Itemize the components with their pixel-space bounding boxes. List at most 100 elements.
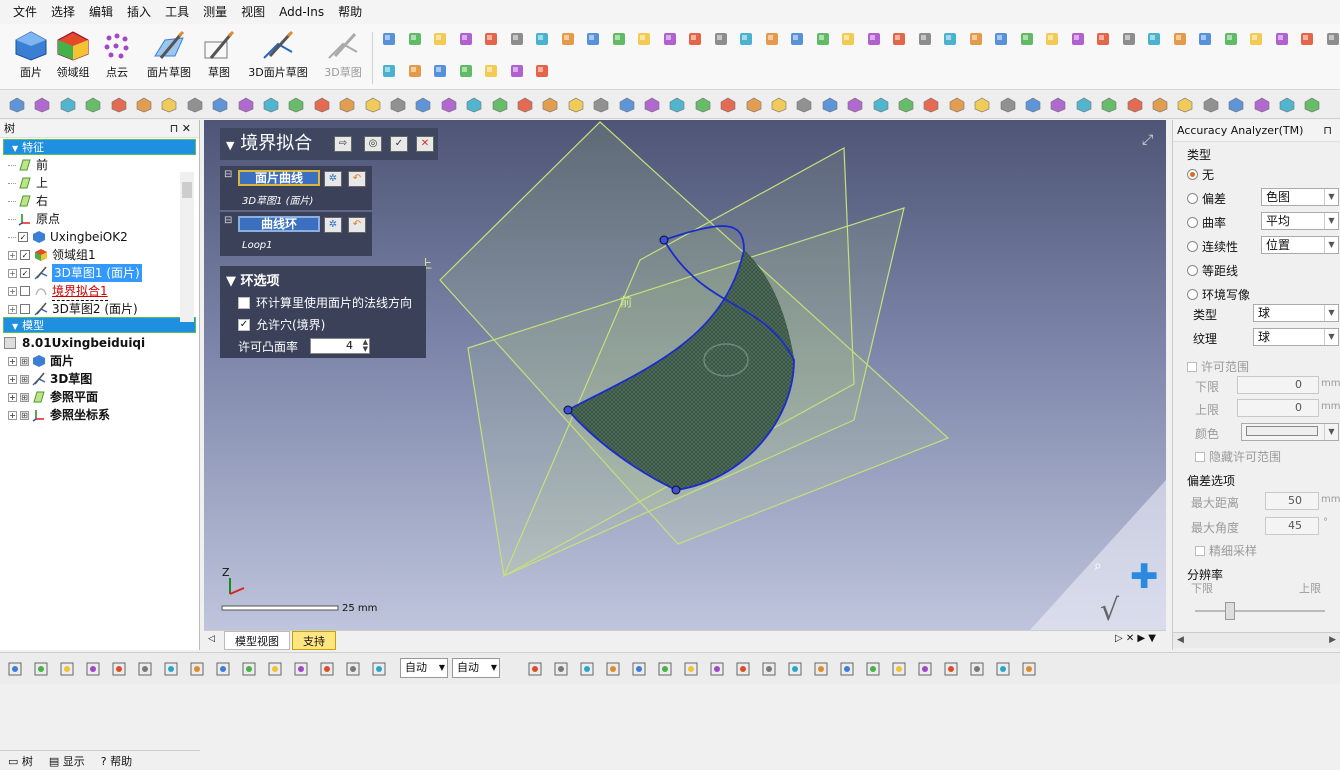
mesh-tool-icon[interactable] xyxy=(1024,96,1042,114)
surface-tool-icon[interactable] xyxy=(1069,30,1087,48)
tree-item[interactable]: 原点 xyxy=(8,210,60,228)
radio-button[interactable] xyxy=(1187,241,1198,252)
model-tree-item[interactable]: +⊞3D草图 xyxy=(8,370,92,388)
surface-tool-icon[interactable] xyxy=(287,96,305,114)
mesh-tool-icon[interactable] xyxy=(992,30,1010,48)
selection-mode-dropdown-2[interactable]: 自动▼ xyxy=(452,658,500,678)
menu-measure[interactable]: 测量 xyxy=(196,0,234,24)
curve-tool-icon[interactable] xyxy=(214,660,232,678)
fine-sampling-option[interactable]: 精细采样 xyxy=(1195,542,1257,559)
mesh-tool-icon[interactable] xyxy=(380,30,398,48)
transform-tool-icon[interactable] xyxy=(734,660,752,678)
curve-tool-icon[interactable] xyxy=(838,660,856,678)
menu-addins[interactable]: Add-Ins xyxy=(272,0,331,24)
region-tool-icon[interactable] xyxy=(643,96,661,114)
transform-tool-icon[interactable] xyxy=(533,30,551,48)
mesh-tool-icon[interactable] xyxy=(162,660,180,678)
surface-tool-icon[interactable] xyxy=(1303,96,1321,114)
analyzer-type-option[interactable]: 曲率 xyxy=(1187,214,1226,231)
measure-tool-icon[interactable] xyxy=(1324,30,1340,48)
visibility-toggle-icon[interactable]: ⊞ xyxy=(20,357,29,366)
curve-loop-value[interactable]: Loop1 xyxy=(242,240,273,251)
scroll-right-icon[interactable]: ▶ xyxy=(1329,635,1336,645)
mesh-tool-icon[interactable] xyxy=(584,30,602,48)
curve-tool-icon[interactable] xyxy=(839,30,857,48)
region-tool-icon[interactable] xyxy=(1018,30,1036,48)
curve-tool-icon[interactable] xyxy=(1075,96,1093,114)
curve-tool-icon[interactable] xyxy=(1278,96,1296,114)
scroll-left-icon[interactable]: ◀ xyxy=(1177,635,1184,645)
curve-tool-icon[interactable] xyxy=(59,96,77,114)
curve-vertex[interactable] xyxy=(672,486,680,494)
region-tool-icon[interactable] xyxy=(237,96,255,114)
hide-tolerance-checkbox[interactable] xyxy=(1195,452,1205,462)
transform-tool-icon[interactable] xyxy=(942,660,960,678)
visibility-checkbox[interactable] xyxy=(20,304,30,314)
mesh-tool-icon[interactable] xyxy=(431,62,449,80)
curve-loop-expander[interactable]: ⊟ xyxy=(224,215,232,226)
visibility-checkbox[interactable]: ✓ xyxy=(18,232,28,242)
tab-tree[interactable]: ▭ 树 xyxy=(0,753,41,769)
env-type-dropdown[interactable]: 球▼ xyxy=(1253,304,1339,322)
zoom-icon[interactable]: ⌕ xyxy=(1094,558,1102,574)
region-tool-icon[interactable] xyxy=(33,96,51,114)
allow-holes-checkbox[interactable]: ✓ xyxy=(238,319,250,331)
ok-button[interactable]: ✓ xyxy=(390,136,408,152)
tolerance-group[interactable]: 许可范围 xyxy=(1187,358,1249,375)
region-tool-icon[interactable] xyxy=(1222,30,1240,48)
analyzer-pin-icon[interactable]: ⊓ xyxy=(1323,120,1332,142)
surface-tool-icon[interactable] xyxy=(84,96,102,114)
env-texture-dropdown[interactable]: 球▼ xyxy=(1253,328,1339,346)
expand-icon[interactable]: + xyxy=(8,269,17,278)
curve-tool-icon[interactable] xyxy=(1043,30,1061,48)
align-tool-icon[interactable] xyxy=(110,96,128,114)
surface-tool-icon[interactable] xyxy=(661,30,679,48)
curve-vertex[interactable] xyxy=(660,236,668,244)
mesh-tool-icon[interactable] xyxy=(1196,30,1214,48)
curve-tool-icon[interactable] xyxy=(1247,30,1265,48)
region-tool-icon[interactable] xyxy=(812,660,830,678)
mesh-tool-icon[interactable] xyxy=(8,96,26,114)
analyzer-type-dropdown[interactable]: 平均▼ xyxy=(1261,212,1339,230)
expand-icon[interactable]: + xyxy=(8,411,17,420)
tree-item[interactable]: +✓3D草图1 (面片) xyxy=(8,264,142,282)
model-tree-item[interactable]: +⊞面片 xyxy=(8,352,74,370)
region-tool-icon[interactable] xyxy=(814,30,832,48)
boolean-tool-icon[interactable] xyxy=(1202,96,1220,114)
region-tool-icon[interactable] xyxy=(440,96,458,114)
radio-button[interactable] xyxy=(1187,289,1198,300)
analyzer-type-dropdown[interactable]: 色图▼ xyxy=(1261,188,1339,206)
loop-options-header[interactable]: ▼ 环选项 xyxy=(226,270,280,289)
visibility-checkbox[interactable] xyxy=(20,286,30,296)
transform-tool-icon[interactable] xyxy=(160,96,178,114)
align-tool-icon[interactable] xyxy=(533,62,551,80)
surface-tool-icon[interactable] xyxy=(1273,30,1291,48)
radio-button[interactable] xyxy=(1187,193,1198,204)
tree-item[interactable]: ✓UxingbeiOK2 xyxy=(8,228,128,246)
3d-mesh-sketch-button[interactable]: 3D面片草图 xyxy=(246,28,310,88)
visibility-checkbox[interactable]: ✓ xyxy=(20,250,30,260)
radio-button[interactable] xyxy=(1187,265,1198,276)
surface-tool-icon[interactable] xyxy=(656,660,674,678)
align-tool-icon[interactable] xyxy=(922,96,940,114)
transform-tool-icon[interactable] xyxy=(364,96,382,114)
boolean-tool-icon[interactable] xyxy=(552,660,570,678)
analyzer-type-option[interactable]: 等距线 xyxy=(1187,262,1238,279)
mesh-tool-icon[interactable] xyxy=(821,96,839,114)
cancel-button[interactable]: ✕ xyxy=(416,136,434,152)
align-tool-icon[interactable] xyxy=(482,30,500,48)
mesh-curve-selector[interactable]: 面片曲线 xyxy=(238,170,320,186)
menu-insert[interactable]: 插入 xyxy=(120,0,158,24)
region-tool-icon[interactable] xyxy=(1020,660,1038,678)
mesh-curve-options-button[interactable]: ✲ xyxy=(324,171,342,187)
max-distance-input[interactable]: 50 xyxy=(1265,492,1319,510)
preview-button[interactable]: ◎ xyxy=(364,136,382,152)
mesh-tool-icon[interactable] xyxy=(786,660,804,678)
curve-vertex[interactable] xyxy=(564,406,572,414)
curve-tool-icon[interactable] xyxy=(262,96,280,114)
menu-help[interactable]: 帮助 xyxy=(331,0,369,24)
visibility-toggle-icon[interactable]: ⊞ xyxy=(20,393,29,402)
analyzer-type-dropdown[interactable]: 位置▼ xyxy=(1261,236,1339,254)
region-tool-icon[interactable] xyxy=(457,62,475,80)
transform-tool-icon[interactable] xyxy=(1176,96,1194,114)
